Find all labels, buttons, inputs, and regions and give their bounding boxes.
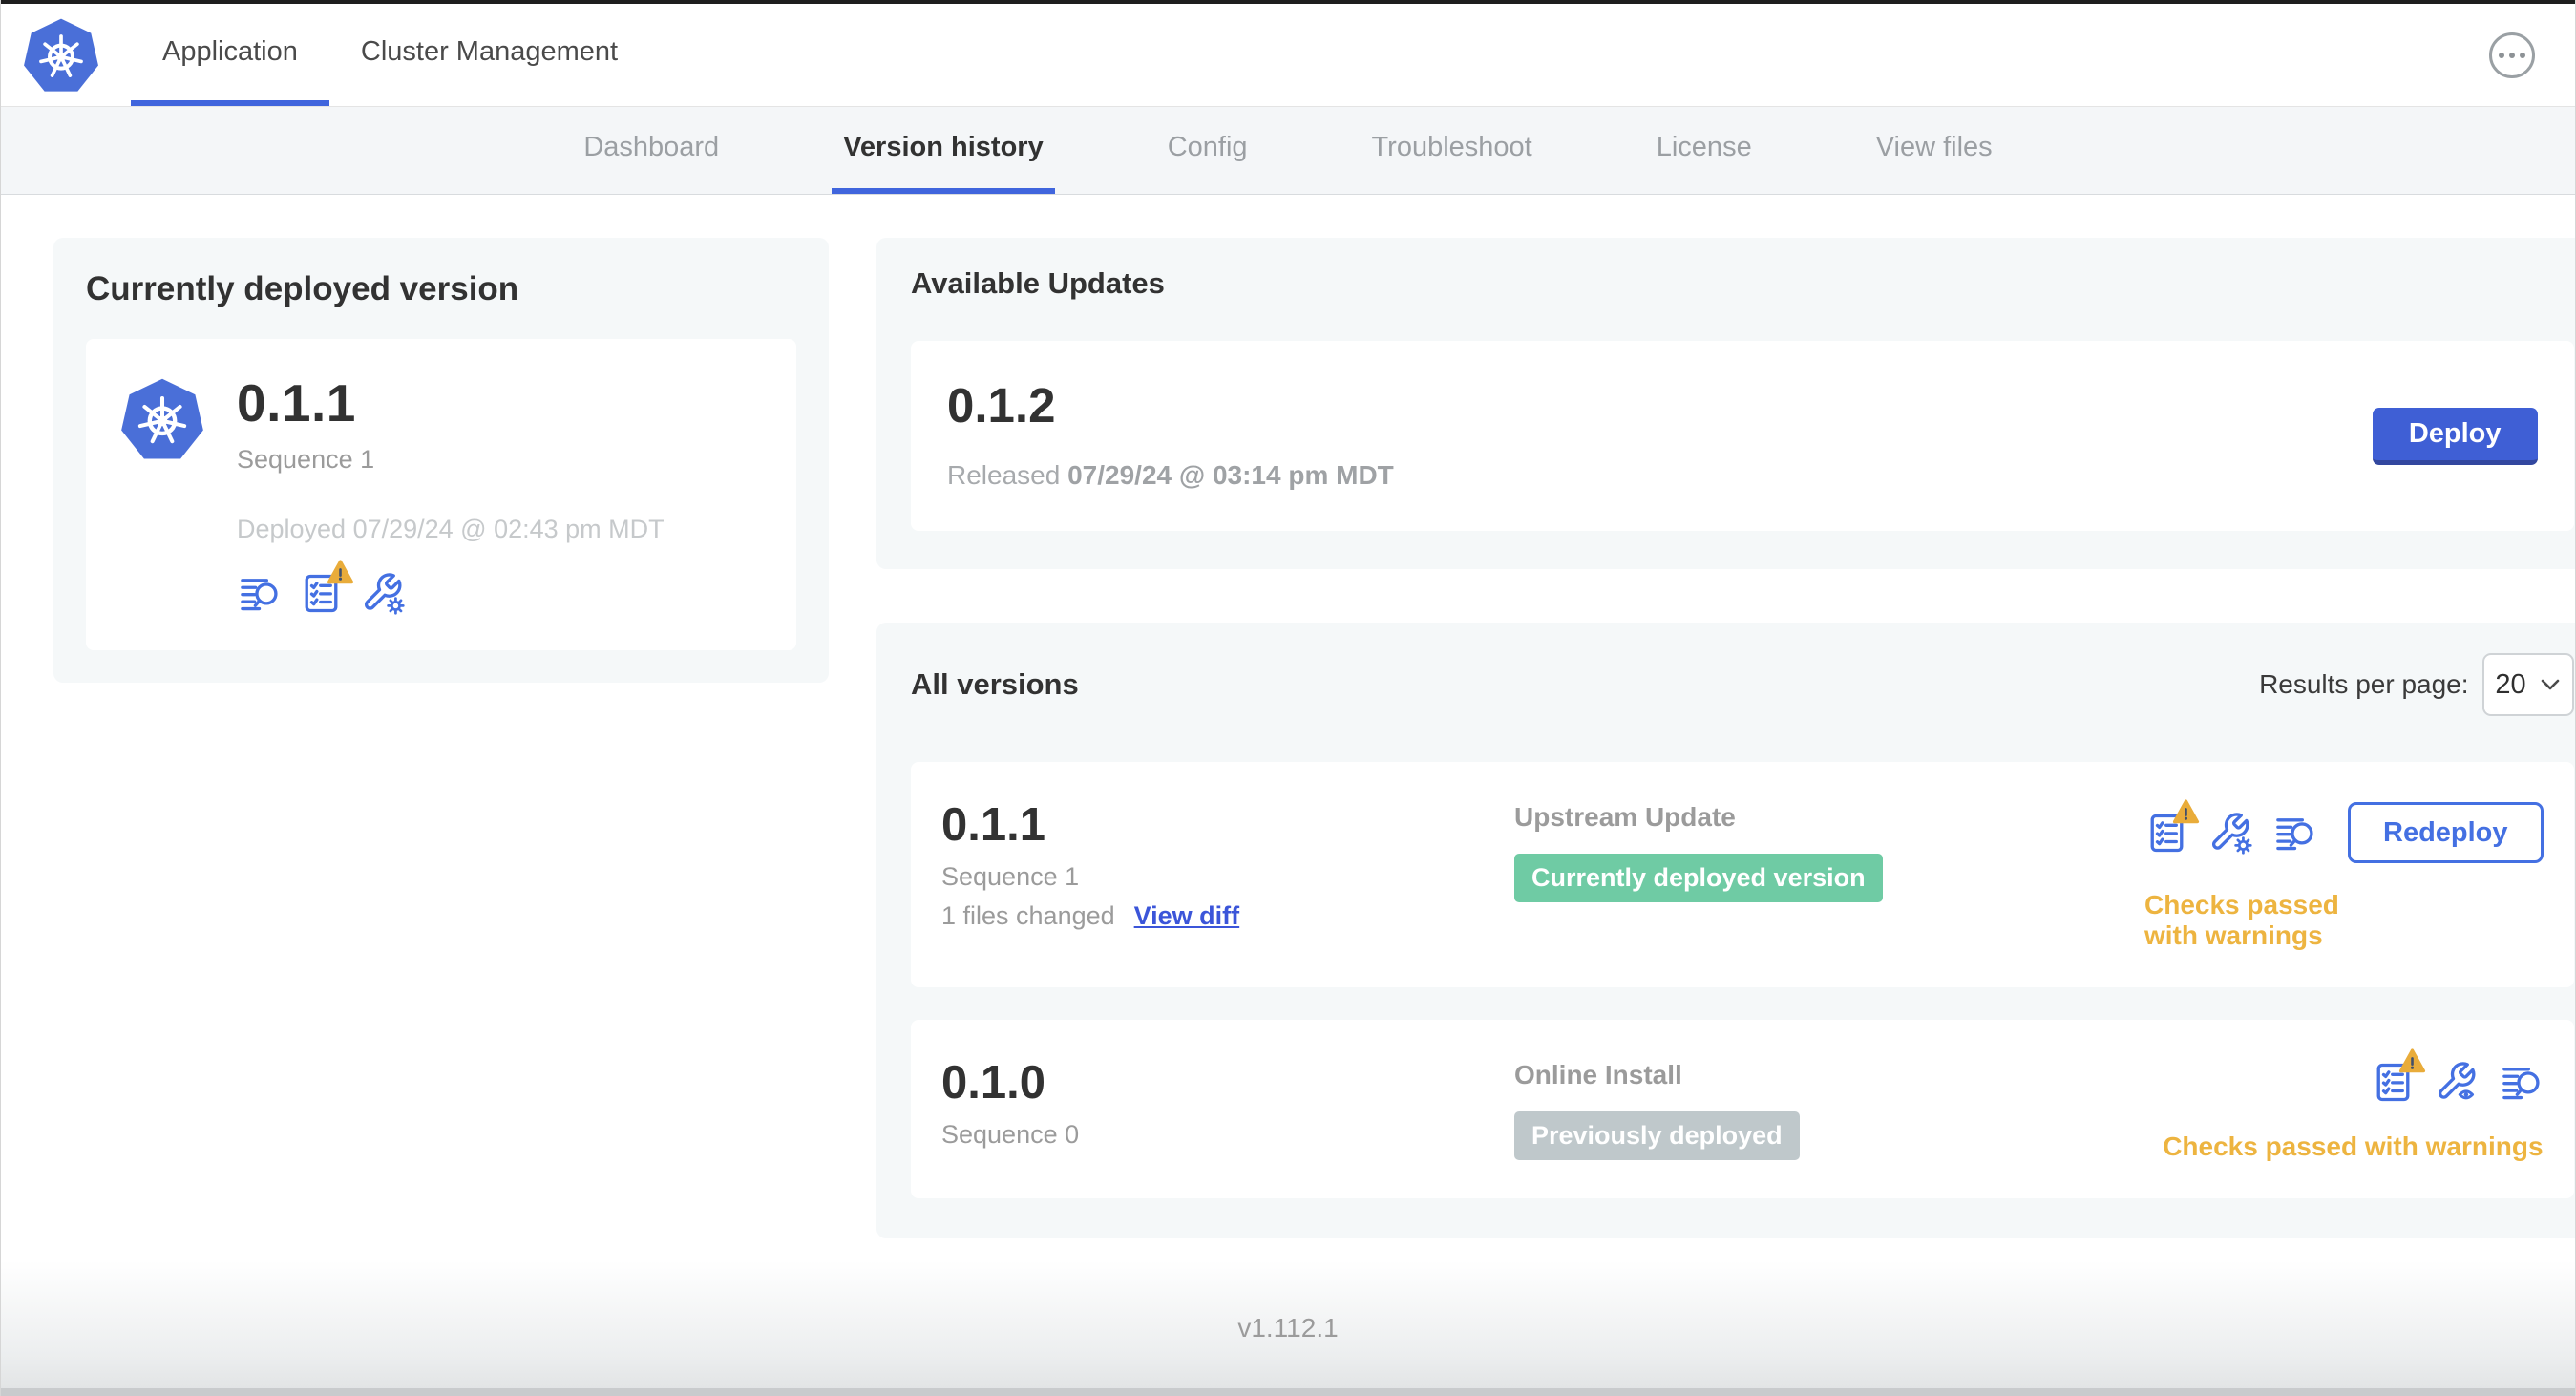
preflight-checks-icon[interactable] bbox=[2371, 1048, 2425, 1105]
row-source-info: Online Install Previously deployed bbox=[1514, 1060, 2144, 1160]
app-window: Application Cluster Management Dashboard… bbox=[0, 0, 2576, 1396]
page-footer: v1.112.1 bbox=[1, 1260, 2575, 1396]
row-source-label: Upstream Update bbox=[1514, 802, 1736, 832]
update-version-number: 0.1.2 bbox=[947, 378, 1056, 433]
top-navigation: Application Cluster Management bbox=[131, 4, 649, 106]
results-per-page-value: 20 bbox=[2495, 668, 2526, 700]
kubernetes-logo-icon bbox=[22, 16, 100, 94]
version-row-0-1-1: 0.1.1 Sequence 1 1 files changed View di… bbox=[911, 762, 2574, 987]
bottom-edge bbox=[1, 1388, 2575, 1396]
app-sub-navigation: Dashboard Version history Config Trouble… bbox=[1, 107, 2575, 195]
tab-version-history[interactable]: Version history bbox=[832, 107, 1055, 194]
row-actions: Redeploy Checks passed with warnings bbox=[2144, 798, 2544, 951]
released-date: 07/29/24 @ 03:14 pm MDT bbox=[1067, 460, 1394, 490]
kubernetes-app-icon bbox=[118, 377, 206, 461]
preflight-status-text: Checks passed with warnings bbox=[2144, 890, 2339, 950]
results-per-page-select[interactable]: 20 bbox=[2481, 653, 2574, 716]
tab-config[interactable]: Config bbox=[1156, 107, 1259, 194]
warning-triangle-icon bbox=[2172, 798, 2200, 823]
admin-console-version: v1.112.1 bbox=[1237, 1313, 1339, 1343]
row-source-info: Upstream Update Currently deployed versi… bbox=[1514, 802, 2144, 902]
all-versions-title: All versions bbox=[911, 667, 1079, 701]
all-versions-panel: All versions Results per page: 20 0.1.1 … bbox=[876, 623, 2575, 1238]
deployed-version-number: 0.1.1 bbox=[237, 373, 356, 433]
top-bar-right bbox=[2489, 4, 2575, 106]
deployed-version-actions bbox=[237, 560, 665, 616]
currently-deployed-title: Currently deployed version bbox=[86, 270, 519, 307]
view-diff-link[interactable]: View diff bbox=[1134, 901, 1240, 931]
released-prefix: Released bbox=[947, 460, 1061, 490]
warning-triangle-icon bbox=[2398, 1048, 2425, 1073]
ellipsis-menu-icon[interactable] bbox=[2489, 32, 2535, 78]
version-rows: 0.1.1 Sequence 1 1 files changed View di… bbox=[911, 762, 2574, 1198]
available-updates-title: Available Updates bbox=[911, 266, 1165, 300]
available-updates-panel: Available Updates 0.1.2 Released 07/29/2… bbox=[876, 238, 2575, 569]
redeploy-button[interactable]: Redeploy bbox=[2348, 802, 2544, 863]
row-files-changed: 1 files changed View diff bbox=[941, 901, 1514, 931]
tab-application[interactable]: Application bbox=[131, 4, 329, 106]
release-notes-icon[interactable] bbox=[237, 571, 282, 616]
chevron-down-icon bbox=[2541, 679, 2559, 690]
row-version-info: 0.1.0 Sequence 0 bbox=[941, 1060, 1514, 1150]
row-version-number: 0.1.1 bbox=[941, 799, 1045, 851]
results-per-page: Results per page: 20 bbox=[2259, 653, 2574, 716]
row-version-info: 0.1.1 Sequence 1 1 files changed View di… bbox=[941, 802, 1514, 931]
preflight-checks-icon[interactable] bbox=[2144, 798, 2200, 856]
row-action-icons: Redeploy bbox=[2144, 798, 2544, 863]
main-content: Currently deployed version 0.1.1 Sequenc… bbox=[1, 195, 2575, 1260]
version-row-0-1-0: 0.1.0 Sequence 0 Online Install Previous… bbox=[911, 1020, 2574, 1198]
row-version-number: 0.1.0 bbox=[941, 1057, 1045, 1109]
right-column: Available Updates 0.1.2 Released 07/29/2… bbox=[876, 238, 2575, 1260]
currently-deployed-card: 0.1.1 Sequence 1 Deployed 07/29/24 @ 02:… bbox=[86, 339, 796, 650]
status-badge: Currently deployed version bbox=[1514, 854, 1883, 902]
tab-dashboard[interactable]: Dashboard bbox=[572, 107, 730, 194]
preflight-status-text: Checks passed with warnings bbox=[2163, 1132, 2544, 1161]
update-released-line: Released 07/29/24 @ 03:14 pm MDT bbox=[947, 460, 1394, 491]
available-update-info: 0.1.2 Released 07/29/24 @ 03:14 pm MDT bbox=[947, 381, 1394, 491]
all-versions-header: All versions Results per page: 20 bbox=[911, 653, 2574, 716]
row-sequence: Sequence 0 bbox=[941, 1120, 1080, 1149]
files-changed-label: 1 files changed bbox=[941, 901, 1115, 930]
top-bar: Application Cluster Management bbox=[1, 4, 2575, 107]
view-config-wrench-eye-icon[interactable] bbox=[2435, 1060, 2480, 1105]
tab-license[interactable]: License bbox=[1645, 107, 1763, 194]
row-sequence: Sequence 1 bbox=[941, 862, 1080, 891]
tab-cluster-management[interactable]: Cluster Management bbox=[329, 4, 649, 106]
warning-triangle-icon bbox=[327, 560, 354, 584]
deployed-timestamp: Deployed 07/29/24 @ 02:43 pm MDT bbox=[237, 515, 665, 543]
preflight-checks-icon[interactable] bbox=[299, 560, 354, 616]
tab-view-files[interactable]: View files bbox=[1865, 107, 2004, 194]
tab-troubleshoot[interactable]: Troubleshoot bbox=[1361, 107, 1544, 194]
left-column: Currently deployed version 0.1.1 Sequenc… bbox=[53, 238, 829, 1260]
available-update-card: 0.1.2 Released 07/29/24 @ 03:14 pm MDT D… bbox=[911, 341, 2574, 531]
edit-config-wrench-gear-icon[interactable] bbox=[361, 571, 406, 616]
release-notes-icon[interactable] bbox=[2272, 811, 2317, 856]
status-badge: Previously deployed bbox=[1514, 1111, 1800, 1160]
deployed-sequence: Sequence 1 bbox=[237, 445, 375, 474]
kubernetes-logo[interactable] bbox=[20, 4, 131, 106]
row-actions: Checks passed with warnings bbox=[2144, 1048, 2544, 1162]
currently-deployed-panel: Currently deployed version 0.1.1 Sequenc… bbox=[53, 238, 829, 683]
results-per-page-label: Results per page: bbox=[2259, 669, 2469, 699]
release-notes-icon[interactable] bbox=[2499, 1060, 2544, 1105]
row-source-label: Online Install bbox=[1514, 1060, 1682, 1089]
deploy-button[interactable]: Deploy bbox=[2372, 407, 2538, 465]
row-action-icons bbox=[2371, 1048, 2544, 1105]
edit-config-wrench-gear-icon[interactable] bbox=[2208, 811, 2253, 856]
currently-deployed-info: 0.1.1 Sequence 1 Deployed 07/29/24 @ 02:… bbox=[237, 377, 665, 616]
